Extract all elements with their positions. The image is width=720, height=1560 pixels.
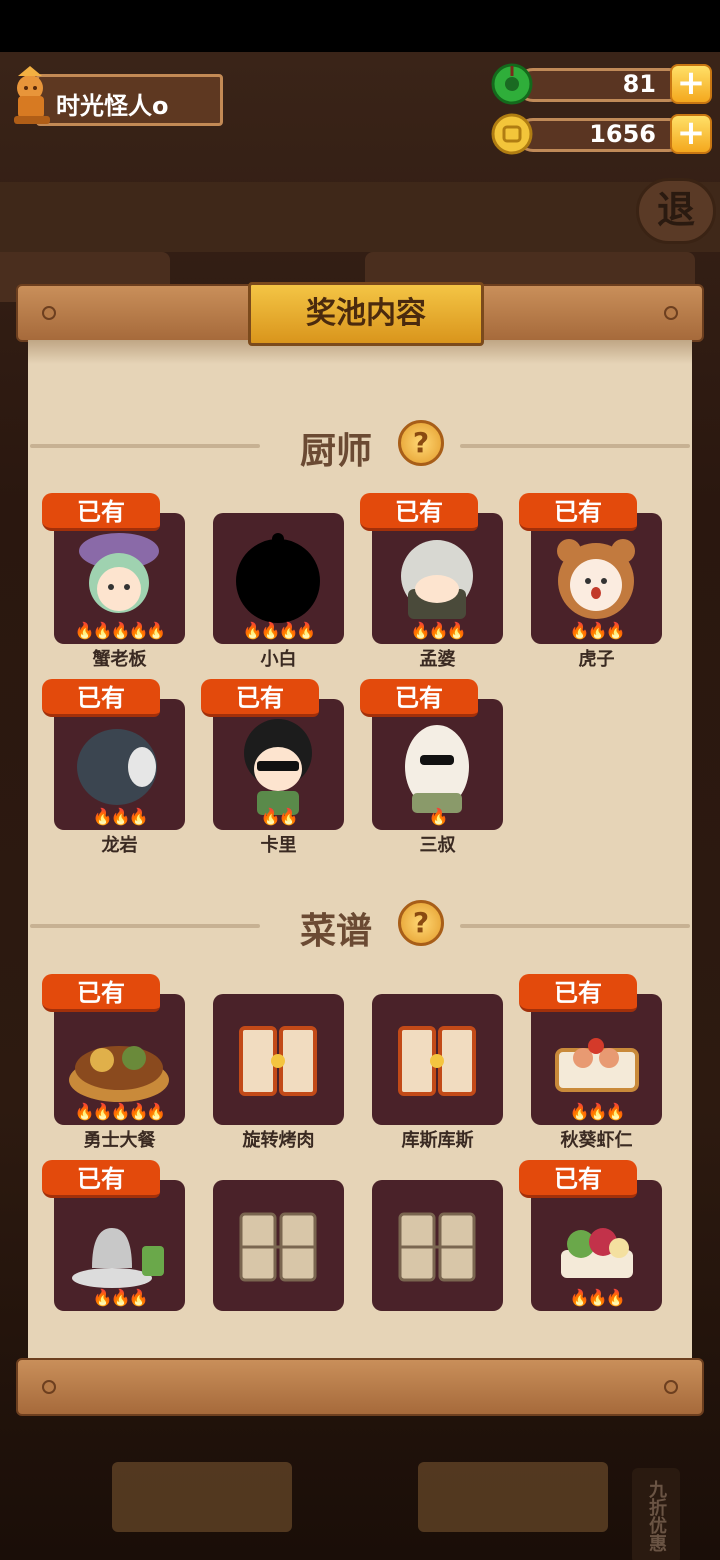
locked-chef-silhouette-icon (236, 533, 320, 623)
star-rating: 🔥🔥🔥 (92, 1288, 149, 1307)
background-decor-band (0, 182, 720, 252)
coin-currency: 1656 + (490, 112, 714, 156)
owned-badge: 已有 (42, 974, 160, 1012)
owned-badge: 已有 (42, 1160, 160, 1198)
chefs-section-title: 厨师 (300, 431, 373, 472)
recipe-card[interactable]: 旋转烤肉 (201, 974, 361, 1151)
chef-portrait-icon (244, 719, 312, 815)
star-rating: 🔥🔥🔥🔥🔥 (74, 621, 167, 640)
recipe-card[interactable]: 已有 🔥🔥🔥 (42, 1160, 202, 1335)
jade-amount: 81 (622, 70, 656, 98)
dish-icon (555, 1038, 639, 1092)
owned-badge: 已有 (519, 1160, 637, 1198)
recipe-card[interactable] (201, 1160, 361, 1335)
recipe-scroll-plain-icon (239, 1212, 317, 1282)
chef-card[interactable]: 🔥🔥🔥🔥 小白 (201, 493, 361, 670)
jade-icon (491, 63, 533, 105)
background-button-left (112, 1462, 292, 1532)
chef-card[interactable]: 已有 🔥🔥🔥 虎子 (519, 493, 679, 670)
recipes-section-title: 菜谱 (300, 911, 373, 952)
chef-portrait-icon (77, 729, 157, 805)
star-rating: 🔥🔥🔥 (569, 621, 626, 640)
chef-name: 孟婆 (419, 649, 456, 670)
chef-card[interactable]: 已有 🔥🔥🔥 龙岩 (42, 679, 202, 856)
star-rating: 🔥🔥🔥 (569, 1102, 626, 1121)
chef-name: 蟹老板 (92, 649, 147, 670)
recipe-card[interactable]: 已有 🔥🔥🔥 秋葵虾仁 (519, 974, 679, 1151)
recipe-name: 秋葵虾仁 (560, 1130, 633, 1151)
star-rating: 🔥🔥🔥 (92, 807, 149, 826)
modal-title: 奖池内容 (248, 282, 484, 346)
player-name: 时光怪人o (56, 92, 169, 120)
chef-name: 龙岩 (101, 835, 138, 856)
chef-card[interactable]: 已有 🔥🔥 卡里 (201, 679, 361, 856)
recipe-name: 旋转烤肉 (242, 1130, 315, 1151)
recipe-scroll-plain-icon (398, 1212, 476, 1282)
dish-icon (561, 1228, 633, 1278)
status-bar (0, 0, 720, 52)
chef-portrait-icon (557, 539, 635, 619)
player-avatar-icon (14, 66, 50, 124)
star-rating: 🔥🔥🔥🔥 (242, 621, 317, 640)
recipe-scroll-gold-icon (398, 1026, 476, 1096)
exit-button[interactable]: 退 (636, 178, 716, 244)
star-rating: 🔥🔥🔥 (410, 621, 467, 640)
chef-name: 小白 (260, 649, 297, 670)
chefs-section-header: 厨师 ? (30, 418, 690, 474)
player-info[interactable]: 时光怪人o (8, 66, 223, 126)
chef-name: 虎子 (578, 649, 615, 670)
coin-icon (491, 113, 533, 155)
chef-portrait-icon (79, 533, 159, 613)
dish-icon (72, 1228, 164, 1288)
recipe-card[interactable]: 库斯库斯 (360, 974, 520, 1151)
add-coin-button[interactable]: + (670, 114, 712, 154)
owned-badge: 已有 (42, 679, 160, 717)
owned-badge: 已有 (519, 974, 637, 1012)
jade-currency: 81 + (490, 62, 714, 106)
chef-card[interactable]: 已有 🔥🔥🔥 孟婆 (360, 493, 520, 670)
recipe-card[interactable] (360, 1160, 520, 1335)
star-rating: 🔥 (428, 807, 449, 826)
chef-portrait-icon (405, 725, 469, 813)
owned-badge: 已有 (519, 493, 637, 531)
chef-portrait-icon (401, 540, 473, 619)
owned-badge: 已有 (360, 679, 478, 717)
chef-card[interactable]: 已有 🔥🔥🔥🔥🔥 蟹老板 (42, 493, 202, 670)
recipe-card[interactable]: 已有 🔥🔥🔥 (519, 1160, 679, 1335)
owned-badge: 已有 (42, 493, 160, 531)
recipe-name: 勇士大餐 (83, 1130, 156, 1151)
chef-name: 卡里 (260, 835, 297, 856)
chefs-help-button[interactable]: ? (398, 420, 444, 466)
background-button-right (418, 1462, 608, 1532)
recipe-name: 库斯库斯 (401, 1130, 474, 1151)
recipes-section-header: 菜谱 ? (30, 898, 690, 954)
coin-amount: 1656 (589, 120, 656, 148)
recipe-scroll-gold-icon (239, 1026, 317, 1096)
add-jade-button[interactable]: + (670, 64, 712, 104)
dish-icon (69, 1046, 169, 1102)
chef-card[interactable]: 已有 🔥 三叔 (360, 679, 520, 856)
discount-tag: 九折优惠 (632, 1468, 680, 1560)
recipes-help-button[interactable]: ? (398, 900, 444, 946)
chef-name: 三叔 (419, 835, 456, 856)
star-rating: 🔥🔥🔥🔥🔥 (74, 1102, 167, 1121)
owned-badge: 已有 (201, 679, 319, 717)
star-rating: 🔥🔥🔥 (569, 1288, 626, 1307)
owned-badge: 已有 (360, 493, 478, 531)
modal-bottom-bar (16, 1358, 704, 1416)
star-rating: 🔥🔥 (260, 807, 299, 826)
recipe-card[interactable]: 已有 🔥🔥🔥🔥🔥 勇士大餐 (42, 974, 202, 1151)
